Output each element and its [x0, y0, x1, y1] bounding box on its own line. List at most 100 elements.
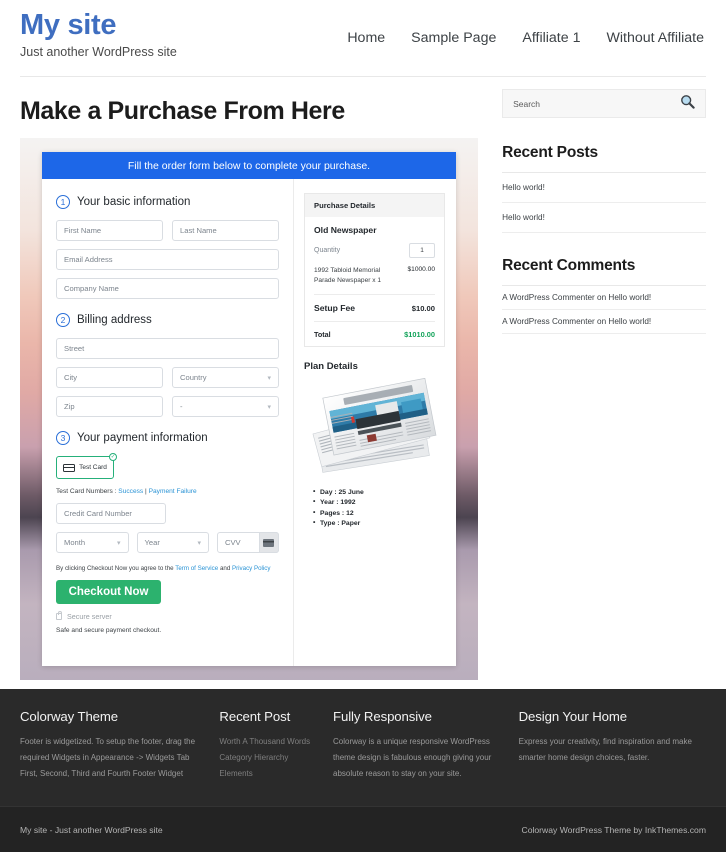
- search-widget[interactable]: [502, 89, 706, 118]
- cvv-input[interactable]: CVV: [217, 532, 279, 553]
- plan-details-heading: Plan Details: [304, 360, 358, 372]
- test-card-success-link[interactable]: Success: [118, 488, 143, 495]
- checkout-now-button[interactable]: Checkout Now: [56, 580, 161, 604]
- recent-comment-link[interactable]: A WordPress Commenter on Hello world!: [502, 293, 651, 302]
- secure-server-row: Secure server: [56, 611, 279, 621]
- state-select-value: -: [180, 402, 183, 411]
- step-1-number: 1: [56, 195, 70, 209]
- nav-item-home[interactable]: Home: [347, 30, 385, 46]
- cvv-help-button[interactable]: [258, 532, 279, 553]
- list-item[interactable]: A WordPress Commenter on Hello world!: [502, 310, 706, 334]
- newspaper-stack-image: [304, 377, 449, 480]
- recent-post-link[interactable]: Hello world!: [502, 213, 545, 222]
- line-item-name: 1992 Tabloid Memorial Parade Newspaper x…: [314, 267, 382, 284]
- line-item-price: $1000.00: [407, 266, 435, 273]
- quantity-row: Quantity 1: [314, 243, 435, 258]
- footer-column-fully-responsive: Fully Responsive Colorway is a unique re…: [333, 709, 519, 782]
- footer-site-credit: My site - Just another WordPress site: [20, 824, 163, 835]
- site-tagline: Just another WordPress site: [20, 45, 177, 60]
- plan-item-type: Type : Paper: [313, 518, 445, 530]
- chevron-down-icon: ▾: [197, 539, 201, 547]
- state-select[interactable]: - ▾: [172, 396, 279, 417]
- city-input[interactable]: City: [56, 367, 163, 388]
- list-item[interactable]: Category Hierarchy: [219, 750, 319, 766]
- list-item[interactable]: Worth A Thousand Words: [219, 734, 319, 750]
- setup-fee-row: Setup Fee $10.00: [314, 295, 435, 322]
- recent-comment-link[interactable]: A WordPress Commenter on Hello world!: [502, 317, 651, 326]
- nav-item-sample-page[interactable]: Sample Page: [411, 30, 496, 46]
- expiry-year-select[interactable]: Year ▾: [136, 532, 209, 553]
- footer-column-recent-post: Recent Post Worth A Thousand Words Categ…: [219, 709, 333, 782]
- recent-posts-list: Hello world! Hello world!: [502, 173, 706, 233]
- test-card-numbers-line: Test Card Numbers : Success | Payment Fa…: [56, 488, 279, 495]
- sidebar: Recent Posts Hello world! Hello world! R…: [486, 77, 706, 680]
- total-label: Total: [314, 329, 331, 339]
- credit-card-number-input[interactable]: Credit Card Number: [56, 503, 166, 524]
- footer-column-design-your-home: Design Your Home Express your creativity…: [519, 709, 706, 782]
- site-branding[interactable]: My site Just another WordPress site: [20, 0, 177, 60]
- footer-column-colorway-theme: Colorway Theme Footer is widgetized. To …: [20, 709, 219, 782]
- setup-fee-label: Setup Fee: [314, 302, 356, 313]
- city-country-row: City Country ▾: [56, 367, 279, 396]
- search-icon[interactable]: [680, 94, 695, 114]
- order-form-body: 1 Your basic information First Name Last…: [42, 179, 456, 666]
- step-1-header: 1 Your basic information: [56, 195, 279, 209]
- recent-post-link[interactable]: Hello world!: [502, 183, 545, 192]
- nav-item-without-affiliate[interactable]: Without Affiliate: [606, 30, 704, 46]
- footer-recent-post-list: Worth A Thousand Words Category Hierarch…: [219, 734, 319, 782]
- total-value: $1010.00: [404, 329, 435, 339]
- list-item[interactable]: Elements: [219, 766, 319, 782]
- last-name-input[interactable]: Last Name: [172, 220, 279, 241]
- card-back-icon: [263, 538, 275, 547]
- step-1-label: Your basic information: [77, 196, 191, 208]
- check-circle-icon: ✓: [109, 453, 117, 461]
- country-select[interactable]: Country ▾: [172, 367, 279, 388]
- expiry-month-value: Month: [64, 538, 86, 547]
- product-name: Old Newspaper: [314, 225, 377, 235]
- lock-icon: [56, 611, 62, 620]
- footer-column-text: Colorway is a unique responsive WordPres…: [333, 737, 492, 778]
- page-title: Make a Purchase From Here: [20, 97, 345, 125]
- terms-agreement-text: By clicking Checkout Now you agree to th…: [56, 565, 279, 572]
- expiry-month-select[interactable]: Month ▾: [56, 532, 129, 553]
- footer-widgets: Colorway Theme Footer is widgetized. To …: [0, 689, 726, 806]
- plan-details-list: Day : 25 June Year : 1992 Pages : 12 Typ…: [304, 487, 445, 530]
- footer-bottom-bar: My site - Just another WordPress site Co…: [0, 806, 726, 852]
- content-wrapper: Make a Purchase From Here Fill the order…: [0, 77, 726, 680]
- setup-fee-value: $10.00: [411, 303, 435, 313]
- list-item[interactable]: Hello world!: [502, 203, 706, 233]
- list-item[interactable]: Hello world!: [502, 173, 706, 203]
- privacy-policy-link[interactable]: Privacy Policy: [232, 565, 271, 572]
- terms-and: and: [218, 565, 232, 572]
- list-item[interactable]: A WordPress Commenter on Hello world!: [502, 286, 706, 310]
- test-card-failure-link[interactable]: Payment Failure: [149, 488, 197, 495]
- terms-of-service-link[interactable]: Term of Service: [175, 565, 218, 572]
- purchase-details-content: Old Newspaper Quantity 1 1992 Tabloid Me…: [305, 217, 444, 346]
- footer-column-title: Design Your Home: [518, 709, 627, 724]
- test-card-option[interactable]: Test Card ✓: [56, 453, 117, 479]
- recent-comments-list: A WordPress Commenter on Hello world! A …: [502, 286, 706, 334]
- page-root: My site Just another WordPress site Home…: [0, 0, 726, 852]
- footer-column-text: Footer is widgetized. To setup the foote…: [20, 737, 196, 778]
- zip-input[interactable]: Zip: [56, 396, 163, 417]
- street-input[interactable]: Street: [56, 338, 279, 359]
- step-2-number: 2: [56, 313, 70, 327]
- footer-theme-credit[interactable]: Colorway WordPress Theme by InkThemes.co…: [521, 825, 706, 835]
- nav-item-affiliate-1[interactable]: Affiliate 1: [522, 30, 580, 46]
- chevron-down-icon: ▾: [267, 374, 271, 382]
- first-name-input[interactable]: First Name: [56, 220, 163, 241]
- plan-item-year: Year : 1992: [313, 497, 445, 509]
- line-item-row: 1992 Tabloid Memorial Parade Newspaper x…: [314, 266, 435, 295]
- primary-navigation: Home Sample Page Affiliate 1 Without Aff…: [347, 0, 706, 46]
- quantity-input[interactable]: 1: [409, 243, 435, 258]
- card-expiry-row: Month ▾ Year ▾ CVV: [56, 532, 279, 562]
- plan-item-pages: Pages : 12: [313, 508, 445, 520]
- email-input[interactable]: Email Address: [56, 249, 279, 270]
- purchase-details-heading: Purchase Details: [305, 194, 444, 217]
- company-name-input[interactable]: Company Name: [56, 278, 279, 299]
- plan-item-day: Day : 25 June: [313, 487, 445, 499]
- total-row: Total $1010.00: [314, 322, 435, 339]
- site-title[interactable]: My site: [20, 10, 177, 41]
- search-input[interactable]: [513, 98, 664, 109]
- test-card-numbers-label: Test Card Numbers :: [56, 488, 119, 495]
